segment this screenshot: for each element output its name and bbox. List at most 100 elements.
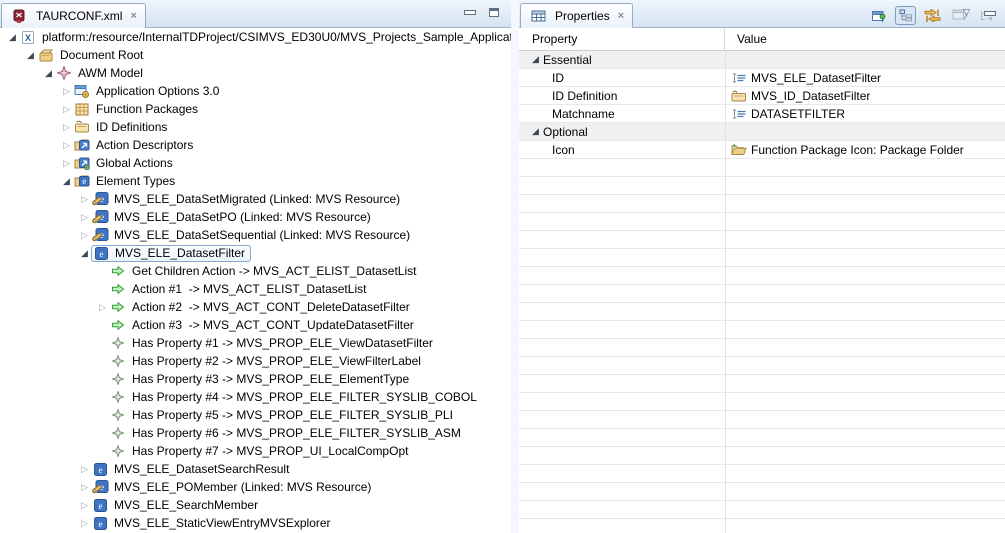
collapse-arrow-icon[interactable]: ◢ xyxy=(42,69,55,78)
property-value-cell[interactable]: MVS_ELE_DatasetFilter xyxy=(725,70,881,86)
tree-item[interactable]: ▷Action #2 -> MVS_ACT_CONT_DeleteDataset… xyxy=(0,298,511,316)
selected-tree-item[interactable]: eMVS_ELE_DatasetFilter xyxy=(91,245,251,262)
has-property-icon xyxy=(109,389,127,405)
has-property-icon xyxy=(109,425,127,441)
properties-tab-label: Properties xyxy=(555,9,610,23)
property-name-cell[interactable]: ID xyxy=(519,71,725,85)
property-row[interactable]: ID DefinitionMVS_ID_DatasetFilter xyxy=(519,87,1005,105)
tree-item-label: Has Property #7 -> MVS_PROP_UI_LocalComp… xyxy=(130,444,410,458)
tree-item[interactable]: Has Property #4 -> MVS_PROP_ELE_FILTER_S… xyxy=(0,388,511,406)
maximize-icon[interactable] xyxy=(489,8,499,17)
expand-arrow-icon[interactable]: ▷ xyxy=(60,141,73,150)
expand-arrow-icon[interactable]: ▷ xyxy=(78,465,91,474)
collapse-arrow-icon[interactable]: ◢ xyxy=(60,177,73,186)
column-divider[interactable] xyxy=(725,51,726,533)
property-name-cell[interactable]: Matchname xyxy=(519,107,725,121)
expand-arrow-icon[interactable]: ▷ xyxy=(60,87,73,96)
editor-pane-buttons xyxy=(464,8,499,17)
property-row[interactable]: MatchnameDATASETFILTER xyxy=(519,105,1005,123)
tree-item[interactable]: Action #3 -> MVS_ACT_CONT_UpdateDatasetF… xyxy=(0,316,511,334)
expand-arrow-icon[interactable]: ▷ xyxy=(78,483,91,492)
collapse-arrow-icon[interactable]: ◢ xyxy=(24,51,37,60)
expand-arrow-icon[interactable]: ▷ xyxy=(78,213,91,222)
tree-item[interactable]: ▷eMVS_ELE_DataSetSequential (Linked: MVS… xyxy=(0,226,511,244)
tree-item[interactable]: Has Property #2 -> MVS_PROP_ELE_ViewFilt… xyxy=(0,352,511,370)
tree-item[interactable]: Has Property #5 -> MVS_PROP_ELE_FILTER_S… xyxy=(0,406,511,424)
tree-item[interactable]: ▷eMVS_ELE_StaticViewEntryMVSExplorer xyxy=(0,514,511,532)
tree-item[interactable]: ▷eMVS_ELE_DataSetMigrated (Linked: MVS R… xyxy=(0,190,511,208)
expand-arrow-icon[interactable]: ▷ xyxy=(78,231,91,240)
tree-item-label: MVS_ELE_DataSetPO (Linked: MVS Resource) xyxy=(112,210,373,224)
svg-text:e: e xyxy=(98,465,102,475)
tree-item[interactable]: Get Children Action -> MVS_ACT_ELIST_Dat… xyxy=(0,262,511,280)
tree-item[interactable]: ◢eElement Types xyxy=(0,172,511,190)
expand-arrow-icon[interactable]: ▷ xyxy=(78,519,91,528)
tree-item[interactable]: ◢eMVS_ELE_DatasetFilter xyxy=(0,244,511,262)
expand-arrow-icon[interactable]: ▷ xyxy=(78,501,91,510)
minimize-icon[interactable] xyxy=(984,11,996,16)
close-icon[interactable]: × xyxy=(618,11,624,22)
property-category-row[interactable]: ◢Essential xyxy=(519,51,1005,69)
tree-item[interactable]: ▷ Application Options 3.0 xyxy=(0,82,511,100)
collapse-arrow-icon[interactable]: ◢ xyxy=(6,33,19,42)
tree-item-label: MVS_ELE_SearchMember xyxy=(112,498,260,512)
show-advanced-properties-button[interactable] xyxy=(922,6,943,25)
pane-sash[interactable] xyxy=(511,0,519,533)
tab-taurconf-xml[interactable]: TAURCONF.xml × xyxy=(1,3,146,28)
svg-text:e: e xyxy=(99,249,103,259)
property-name-cell[interactable]: ID Definition xyxy=(519,89,725,103)
tree-item[interactable]: ▷ID Definitions xyxy=(0,118,511,136)
minimize-icon[interactable] xyxy=(464,10,476,15)
collapse-arrow-icon[interactable]: ◢ xyxy=(532,55,543,64)
collapse-arrow-icon[interactable]: ◢ xyxy=(532,127,543,136)
tree-item-label: MVS_ELE_DataSetSequential (Linked: MVS R… xyxy=(112,228,412,242)
tree-item[interactable]: ◢Document Root xyxy=(0,46,511,64)
tree-item[interactable]: ▷eMVS_ELE_POMember (Linked: MVS Resource… xyxy=(0,478,511,496)
element-types-icon: e xyxy=(73,173,91,189)
tree-item-label: Application Options 3.0 xyxy=(94,84,221,98)
tree-item[interactable]: Has Property #7 -> MVS_PROP_UI_LocalComp… xyxy=(0,442,511,460)
collapse-arrow-icon[interactable]: ◢ xyxy=(78,249,91,258)
pin-view-button[interactable] xyxy=(868,6,889,25)
property-column-header[interactable]: Property xyxy=(519,28,725,50)
tree-item[interactable]: ▷Function Packages xyxy=(0,100,511,118)
property-value-cell[interactable]: DATASETFILTER xyxy=(725,106,845,122)
value-column-header[interactable]: Value xyxy=(725,28,767,50)
tree-item[interactable]: ▷Global Actions xyxy=(0,154,511,172)
property-name-cell[interactable]: Icon xyxy=(519,143,725,157)
tree-item[interactable]: Has Property #3 -> MVS_PROP_ELE_ElementT… xyxy=(0,370,511,388)
property-row[interactable]: IconFunction Package Icon: Package Folde… xyxy=(519,141,1005,159)
tree-item[interactable]: ▷Action Descriptors xyxy=(0,136,511,154)
svg-text:e: e xyxy=(98,501,102,511)
view-menu-icon[interactable]: ▽ xyxy=(963,8,970,18)
property-value-cell[interactable]: MVS_ID_DatasetFilter xyxy=(725,88,870,104)
pin-view-icon xyxy=(870,8,888,24)
tree-item[interactable]: Action #1 -> MVS_ACT_ELIST_DatasetList xyxy=(0,280,511,298)
expand-arrow-icon[interactable]: ▷ xyxy=(78,195,91,204)
properties-pane: Properties × ▽ Property Value ◢Essential… xyxy=(519,0,1005,533)
tree-item-label: MVS_ELE_POMember (Linked: MVS Resource) xyxy=(112,480,373,494)
property-row[interactable]: IDMVS_ELE_DatasetFilter xyxy=(519,69,1005,87)
tree-item[interactable]: ▷ e MVS_ELE_DatasetSearchResult xyxy=(0,460,511,478)
action-arrow-icon xyxy=(109,263,127,279)
tab-properties[interactable]: Properties × xyxy=(520,3,633,28)
tree-item-label: Action #3 -> MVS_ACT_CONT_UpdateDatasetF… xyxy=(130,318,416,332)
global-actions-icon xyxy=(73,155,91,171)
property-category-row[interactable]: ◢Optional xyxy=(519,123,1005,141)
has-property-icon xyxy=(109,407,127,423)
tree-item[interactable]: Has Property #1 -> MVS_PROP_ELE_ViewData… xyxy=(0,334,511,352)
expand-arrow-icon[interactable]: ▷ xyxy=(96,303,109,312)
tree-item[interactable]: ▷eMVS_ELE_DataSetPO (Linked: MVS Resourc… xyxy=(0,208,511,226)
show-categories-button[interactable] xyxy=(895,6,916,25)
tree-item[interactable]: ◢AWM Model xyxy=(0,64,511,82)
tree-item[interactable]: ▷ e MVS_ELE_SearchMember xyxy=(0,496,511,514)
tree-item[interactable]: Has Property #6 -> MVS_PROP_ELE_FILTER_S… xyxy=(0,424,511,442)
expand-arrow-icon[interactable]: ▷ xyxy=(60,123,73,132)
tree-item-label: Has Property #4 -> MVS_PROP_ELE_FILTER_S… xyxy=(130,390,479,404)
property-value-cell[interactable]: Function Package Icon: Package Folder xyxy=(725,142,964,158)
expand-arrow-icon[interactable]: ▷ xyxy=(60,159,73,168)
expand-arrow-icon[interactable]: ▷ xyxy=(60,105,73,114)
tree-item-label: MVS_ELE_DatasetSearchResult xyxy=(112,462,291,476)
tree-item[interactable]: ◢Xplatform:/resource/InternalTDProject/C… xyxy=(0,28,511,46)
close-icon[interactable]: × xyxy=(130,11,136,22)
